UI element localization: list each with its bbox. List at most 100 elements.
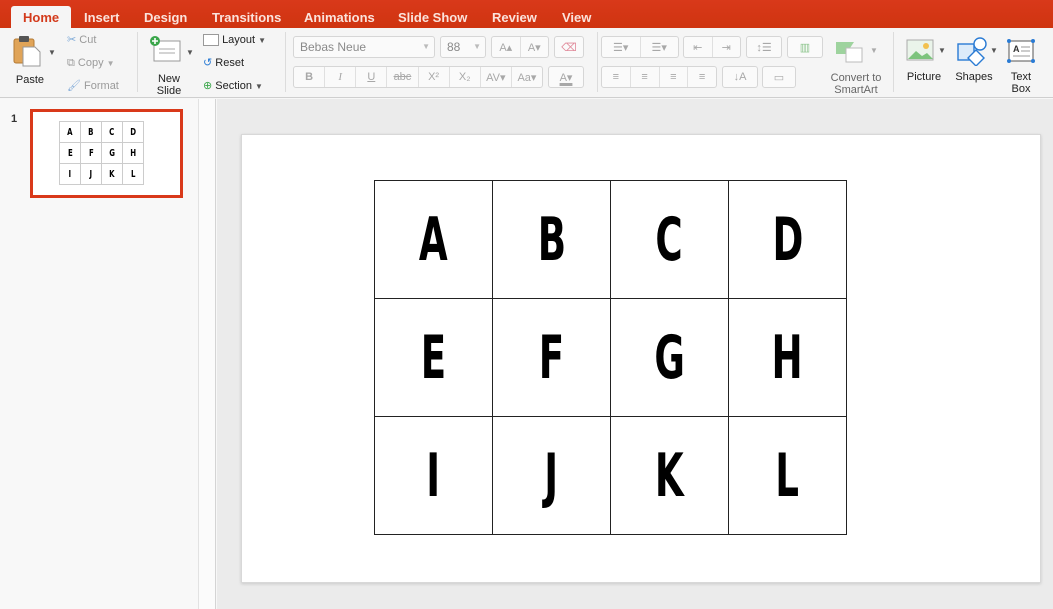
reset-icon: ↺ <box>203 57 213 69</box>
convert-label-1: Convert to <box>830 72 882 84</box>
smartart-dropdown-icon: ▼ <box>870 46 878 55</box>
superscript-button[interactable]: X² <box>419 67 450 87</box>
paste-button[interactable]: ▼ Paste <box>10 32 56 88</box>
align-text-button[interactable]: ▭ <box>762 66 796 88</box>
tab-transitions[interactable]: Transitions <box>212 6 281 28</box>
table-cell[interactable]: G <box>610 298 729 417</box>
text-direction-icon: ↓A <box>733 71 747 83</box>
table-cell[interactable]: I <box>374 416 493 535</box>
align-center-button[interactable]: ≡ <box>631 67 660 87</box>
divider <box>893 32 894 92</box>
cut-button[interactable]: ✂ Cut <box>67 33 96 47</box>
change-case-button[interactable]: Aa▾ <box>512 67 542 87</box>
divider <box>597 32 598 92</box>
table-cell[interactable]: B <box>492 180 611 299</box>
clear-formatting-button[interactable]: ⌫ <box>554 36 584 58</box>
section-icon: ⊕ <box>203 80 213 92</box>
text-box-icon: A <box>1007 39 1035 63</box>
shapes-button[interactable]: ▼ Shapes <box>952 34 1000 90</box>
thumb-cell: C <box>109 126 115 138</box>
text-direction-button[interactable]: ↓A <box>722 66 758 88</box>
paste-label: Paste <box>15 74 45 86</box>
table-cell[interactable]: L <box>728 416 847 535</box>
shapes-icon <box>957 37 987 66</box>
increase-font-size-button[interactable]: A▴ <box>492 37 521 57</box>
table-cell[interactable]: F <box>492 298 611 417</box>
shapes-label: Shapes <box>955 71 993 83</box>
tab-insert[interactable]: Insert <box>84 6 119 28</box>
justify-button[interactable]: ≡ <box>688 67 716 87</box>
format-label: Format <box>84 80 119 92</box>
new-slide-button[interactable]: ▼ New Slide <box>146 32 194 97</box>
increase-indent-button[interactable]: ⇥ <box>713 37 741 57</box>
tab-design[interactable]: Design <box>144 6 187 28</box>
underline-button[interactable]: U <box>356 67 388 87</box>
thumb-cell: E <box>67 147 73 159</box>
slide-table[interactable]: A B C D E F G H I J K L <box>374 180 847 535</box>
align-left-button[interactable]: ≡ <box>602 67 631 87</box>
clipboard-icon <box>13 36 41 67</box>
convert-label-2: SmartArt <box>834 84 878 96</box>
strikethrough-button[interactable]: abc <box>387 67 419 87</box>
slide-thumbnail[interactable]: A B C D E F G H I J K L <box>30 109 183 198</box>
new-slide-label-1: New <box>157 73 180 85</box>
paste-dropdown-icon[interactable]: ▼ <box>48 48 56 57</box>
picture-button[interactable]: ▼ Picture <box>902 34 948 90</box>
columns-button[interactable]: ▥ <box>787 36 823 58</box>
tab-review[interactable]: Review <box>492 6 537 28</box>
table-cell[interactable]: C <box>610 180 729 299</box>
thumb-cell: F <box>88 147 94 159</box>
brush-icon: 🖌 <box>67 80 81 92</box>
font-name-value: Bebas Neue <box>300 40 367 54</box>
smartart-icon <box>836 42 863 63</box>
character-spacing-button[interactable]: AV▾ <box>481 67 512 87</box>
copy-dropdown-icon: ▼ <box>106 59 115 68</box>
format-painter-button[interactable]: 🖌 Format <box>67 79 119 93</box>
tab-animations[interactable]: Animations <box>304 6 375 28</box>
font-color-icon: A▾ <box>559 71 573 84</box>
bullets-button[interactable]: ☰▾ <box>602 37 641 57</box>
line-spacing-button[interactable]: ↕☰ <box>746 36 782 58</box>
table-cell[interactable]: E <box>374 298 493 417</box>
picture-dropdown-icon: ▼ <box>938 46 946 55</box>
table-cell[interactable]: A <box>374 180 493 299</box>
shapes-dropdown-icon: ▼ <box>990 46 998 55</box>
font-size-select[interactable]: 88 ▼ <box>440 36 486 58</box>
panel-splitter[interactable] <box>199 99 216 609</box>
copy-label: Copy <box>77 57 104 69</box>
layout-button[interactable]: Layout ▼ <box>203 33 266 48</box>
line-spacing-icon: ↕☰ <box>756 41 772 54</box>
tab-home[interactable]: Home <box>11 6 72 28</box>
cut-label: Cut <box>79 34 97 46</box>
font-color-button[interactable]: A▾ <box>548 66 584 88</box>
convert-to-smartart-button[interactable]: ▼ Convert to SmartArt <box>824 36 888 96</box>
tab-view[interactable]: View <box>562 6 591 28</box>
text-box-button[interactable]: A Text Box <box>1004 34 1038 96</box>
alignment-buttons: ≡ ≡ ≡ ≡ <box>601 66 717 88</box>
layout-icon <box>203 34 219 47</box>
reset-button[interactable]: ↺ Reset <box>203 56 244 70</box>
italic-button[interactable]: I <box>325 67 357 87</box>
table-cell[interactable]: D <box>728 180 847 299</box>
table-cell[interactable]: K <box>610 416 729 535</box>
copy-button[interactable]: ⧉ Copy ▼ <box>67 56 115 71</box>
table-cell[interactable]: H <box>728 298 847 417</box>
slide-number: 1 <box>11 113 18 125</box>
font-name-select[interactable]: Bebas Neue ▼ <box>293 36 435 58</box>
subscript-button[interactable]: X₂ <box>450 67 481 87</box>
text-box-label-2: Box <box>1011 83 1031 95</box>
chevron-down-icon: ▼ <box>422 42 430 51</box>
bold-button[interactable]: B <box>294 67 326 87</box>
numbering-button[interactable]: ☰▾ <box>641 37 679 57</box>
align-right-button[interactable]: ≡ <box>660 67 689 87</box>
ribbon-tabs: Home Insert Design Transitions Animation… <box>0 0 1053 28</box>
decrease-font-size-button[interactable]: A▾ <box>521 37 549 57</box>
tab-slide-show[interactable]: Slide Show <box>398 6 467 28</box>
new-slide-icon <box>150 36 181 62</box>
new-slide-dropdown-icon[interactable]: ▼ <box>186 48 194 57</box>
decrease-indent-button[interactable]: ⇤ <box>684 37 713 57</box>
divider <box>137 32 138 92</box>
ribbon: ▼ Paste ✂ Cut ⧉ Copy ▼ 🖌 Format ▼ New Sl… <box>0 28 1053 98</box>
section-button[interactable]: ⊕ Section ▼ <box>203 79 263 94</box>
table-cell[interactable]: J <box>492 416 611 535</box>
